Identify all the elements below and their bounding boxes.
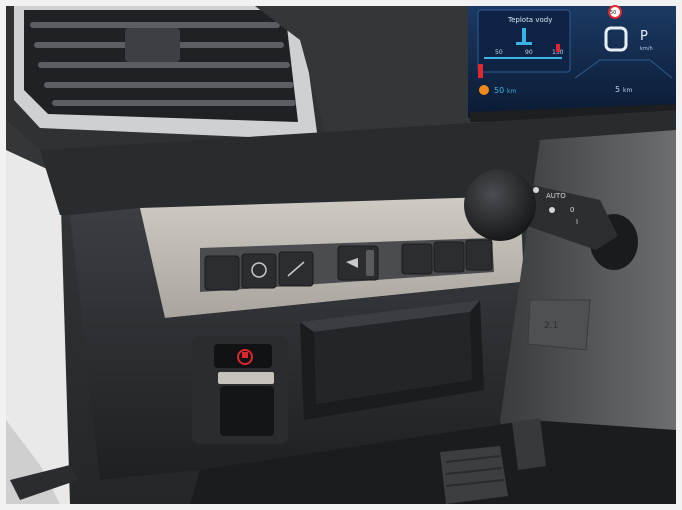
stalk-label-auto: AUTO — [546, 192, 566, 200]
light-icon — [533, 187, 539, 193]
stalk-label-one: I — [576, 218, 578, 226]
range-left-unit: km — [507, 88, 516, 95]
gauge-tick-mid: 90 — [525, 49, 533, 56]
car-interior-photo: Teplota vody 50 90 130 50 km 50 P km/h 5… — [0, 0, 682, 510]
stalk-knob[interactable] — [464, 169, 536, 241]
stop-start-button[interactable] — [241, 253, 277, 289]
brake-pedal[interactable] — [440, 446, 508, 504]
speed-unit: km/h — [640, 46, 653, 52]
vent-tab[interactable] — [125, 28, 180, 62]
wiper-icon — [549, 207, 555, 213]
speed-limit-value: 50 — [610, 10, 616, 16]
range-right-unit: km — [623, 87, 632, 94]
temp-warning-bar — [478, 64, 483, 78]
range-left: 50 — [494, 86, 504, 95]
parking-brake-pull-tab[interactable] — [218, 372, 274, 384]
gauge-tick-low: 50 — [495, 49, 503, 56]
blank-switch-3[interactable] — [433, 241, 465, 273]
stalk-label-off: 0 — [570, 206, 574, 214]
blank-switch-1[interactable] — [204, 255, 240, 291]
clutch-pedal[interactable] — [512, 418, 546, 470]
parking-brake-switch[interactable] — [220, 386, 274, 436]
blank-switch-2[interactable] — [401, 243, 433, 275]
gear-indicator: P — [640, 29, 648, 44]
panel-label: 2.1 — [544, 321, 558, 331]
range-right: 5 — [615, 85, 620, 94]
warning-icon — [479, 85, 489, 95]
thumbwheel[interactable] — [366, 250, 374, 276]
gauge-title: Teplota vody — [507, 16, 552, 24]
column-panel — [527, 299, 591, 351]
blank-switch-4[interactable] — [465, 239, 493, 271]
